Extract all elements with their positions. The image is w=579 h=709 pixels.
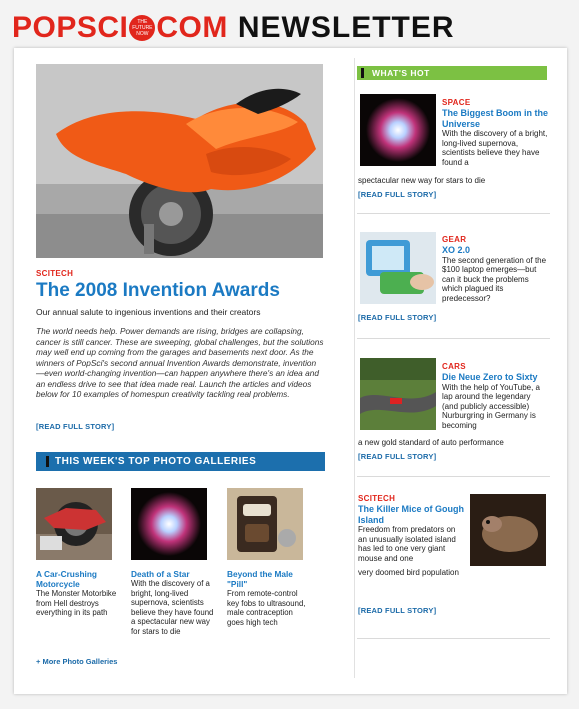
story-separator — [357, 638, 550, 639]
header-marker — [361, 68, 364, 78]
story-category: GEAR — [442, 235, 467, 244]
newsletter-card: SCITECH The 2008 Invention Awards Our an… — [14, 48, 567, 694]
hot-story: SCITECH The Killer Mice of Gough Island … — [358, 494, 550, 624]
gallery-item: A Car-Crushing Motorcycle The Monster Mo… — [36, 488, 120, 618]
feature-headline-link[interactable]: The 2008 Invention Awards — [36, 280, 280, 302]
story-thumb-laptop[interactable] — [360, 232, 436, 304]
logo-seal: THE FUTURE NOW — [129, 15, 156, 41]
gallery-title-link[interactable]: A Car-Crushing Motorcycle — [36, 569, 120, 589]
story-category: SCITECH — [358, 494, 396, 503]
story-read-more-link[interactable]: [READ FULL STORY] — [358, 190, 436, 199]
hot-story: GEAR XO 2.0 The second generation of the… — [358, 232, 550, 332]
gallery-text: The Monster Motorbike from Hell destroys… — [36, 589, 117, 617]
story-separator — [357, 213, 550, 214]
story-separator — [357, 476, 550, 477]
story-thumb-mouse[interactable] — [470, 494, 546, 566]
gallery-item: Beyond the Male "Pill" From remote-contr… — [227, 488, 311, 627]
galleries-header: THIS WEEK'S TOP PHOTO GALLERIES — [36, 452, 325, 471]
story-body: Freedom from predators on an unusually i… — [358, 525, 456, 563]
header-marker — [46, 456, 49, 467]
story-body: With the discovery of a bright, long-liv… — [442, 129, 548, 167]
page-title: NEWSLETTER — [237, 11, 455, 44]
story-headline-link[interactable]: The Killer Mice of Gough Island — [358, 504, 464, 525]
story-body-tail: very doomed bird population — [358, 568, 459, 577]
gallery-title-link[interactable]: Beyond the Male "Pill" — [227, 569, 311, 589]
gallery-thumb-motorcycle[interactable] — [36, 488, 112, 560]
story-body: The second generation of the $100 laptop… — [442, 255, 547, 303]
feature-body: The world needs help. Power demands are … — [36, 326, 324, 399]
gallery-text: From remote-control key fobs to ultrasou… — [227, 589, 306, 627]
whats-hot-header: WHAT'S HOT — [357, 66, 547, 80]
logo-text-right: COM — [156, 11, 228, 44]
gallery-thumb-pill[interactable] — [227, 488, 303, 560]
gallery-title-link[interactable]: Death of a Star — [131, 569, 215, 579]
feature-image[interactable] — [36, 64, 323, 258]
story-read-more-link[interactable]: [READ FULL STORY] — [358, 606, 436, 615]
story-separator — [357, 338, 550, 339]
story-category: SPACE — [442, 98, 471, 107]
story-category: CARS — [442, 362, 466, 371]
feature-category: SCITECH — [36, 269, 74, 278]
more-galleries-link[interactable]: + More Photo Galleries — [36, 657, 117, 666]
column-divider — [354, 58, 355, 678]
logo-text-left: POPSCI — [12, 11, 129, 44]
story-read-more-link[interactable]: [READ FULL STORY] — [358, 452, 436, 461]
story-headline-link[interactable]: Die Neue Zero to Sixty — [442, 372, 548, 383]
story-headline-link[interactable]: The Biggest Boom in the Universe — [442, 108, 548, 129]
story-thumb-supernova[interactable] — [360, 94, 436, 166]
gallery-text: With the discovery of a bright, long-liv… — [131, 579, 214, 636]
story-thumb-race-track[interactable] — [360, 358, 436, 430]
story-body-tail: spectacular new way for stars to die — [358, 176, 486, 185]
story-read-more-link[interactable]: [READ FULL STORY] — [358, 313, 436, 322]
gallery-thumb-star[interactable] — [131, 488, 207, 560]
hot-story: CARS Die Neue Zero to Sixty With the hel… — [358, 358, 550, 468]
feature-deck: Our annual salute to ingenious invention… — [36, 307, 261, 317]
feature-read-more-link[interactable]: [READ FULL STORY] — [36, 422, 114, 431]
story-body-tail: a new gold standard of auto performance — [358, 438, 504, 447]
story-body: With the help of YouTube, a lap around t… — [442, 382, 540, 430]
masthead: POPSCI THE FUTURE NOW COM NEWSLETTER — [12, 10, 455, 46]
story-headline-link[interactable]: XO 2.0 — [442, 245, 548, 256]
gallery-item: Death of a Star With the discovery of a … — [131, 488, 215, 636]
hot-story: SPACE The Biggest Boom in the Universe W… — [358, 94, 550, 204]
